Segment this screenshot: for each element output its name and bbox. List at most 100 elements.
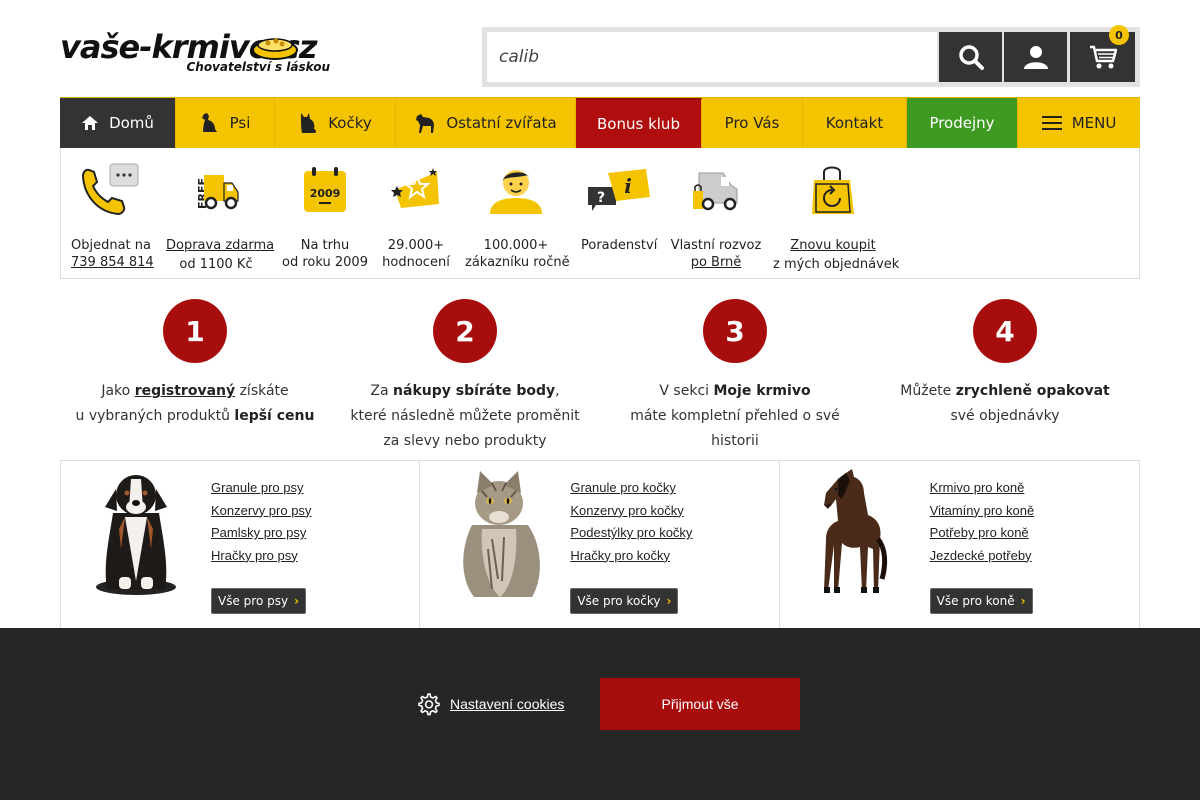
nav-for-you-label: Pro Vás	[724, 114, 780, 132]
logo-bowl-icon	[252, 38, 298, 60]
nav-stores-label: Prodejny	[929, 114, 995, 132]
step-text-part: získáte	[235, 383, 289, 399]
accept-all-cookies-button[interactable]: Přijmout vše	[600, 678, 800, 730]
stars-icon	[391, 168, 439, 208]
category-cards: Granule pro psy Konzervy pro psy Pamlsky…	[60, 460, 1140, 630]
step-text: Můžete zrychleně opakovat své objednávky	[870, 379, 1140, 429]
benefit-since-line2: od roku 2009	[282, 255, 368, 270]
category-card-horses: Krmivo pro koně Vitamíny pro koně Potřeb…	[780, 461, 1139, 629]
nav-dogs[interactable]: Psi	[176, 98, 275, 148]
home-icon	[82, 116, 99, 130]
logo-subtitle: Chovatelství s láskou	[186, 60, 330, 74]
search-input[interactable]	[487, 32, 937, 82]
cookie-consent-bar: Nastavení cookies Přijmout vše	[0, 628, 1200, 800]
step-text-part: Jako	[101, 383, 135, 399]
step-text-bold: Moje krmivo	[713, 383, 811, 399]
cookie-settings-link[interactable]: Nastavení cookies	[416, 692, 564, 716]
category-link[interactable]: Konzervy pro psy	[211, 500, 311, 523]
step-text-bold: nákupy sbíráte body	[393, 383, 556, 399]
category-link[interactable]: Krmivo pro koně	[930, 477, 1035, 500]
category-link[interactable]: Jezdecké potřeby	[930, 545, 1035, 568]
category-link[interactable]: Granule pro psy	[211, 477, 311, 500]
nav-stores[interactable]: Prodejny	[907, 98, 1018, 148]
category-link[interactable]: Pamlsky pro psy	[211, 522, 311, 545]
step-text: Jako registrovaný získáte u vybraných pr…	[60, 379, 330, 429]
category-link[interactable]: Vitamíny pro koně	[930, 500, 1035, 523]
category-link[interactable]: Potřeby pro koně	[930, 522, 1035, 545]
main-nav: Domů Psi Kočky Ostatní zvířata Bonus klu…	[60, 97, 1140, 148]
cart-button[interactable]: 0	[1070, 25, 1135, 82]
nav-bonus-club-label: Bonus klub	[597, 115, 680, 133]
nav-cats[interactable]: Kočky	[275, 98, 396, 148]
step-text-part: Můžete	[900, 383, 956, 399]
benefit-since-line1: Na trhu	[300, 238, 350, 253]
nav-bonus-club[interactable]: Bonus klub	[576, 98, 702, 148]
horse-image[interactable]	[816, 469, 888, 599]
benefit-customers-line2: zákazníku ročně	[465, 255, 570, 270]
dog-icon	[201, 113, 217, 132]
category-links: Granule pro psy Konzervy pro psy Pamlsky…	[211, 477, 311, 567]
step-text: V sekci Moje krmivo máte kompletní přehl…	[600, 379, 870, 454]
all-button-label: Vše pro koně	[936, 594, 1015, 608]
step-text-part: máte kompletní přehled o své	[630, 408, 840, 424]
step-number: 1	[163, 299, 227, 363]
user-account-button[interactable]	[1004, 32, 1067, 82]
benefit-customers: 100.000+ zákazníku ročně	[465, 162, 570, 271]
nav-contact[interactable]: Kontakt	[803, 98, 907, 148]
cat-image[interactable]	[452, 469, 547, 599]
category-card-dogs: Granule pro psy Konzervy pro psy Pamlsky…	[61, 461, 421, 629]
category-link[interactable]: Konzervy pro kočky	[570, 500, 692, 523]
header: vaše-krmivo.cz Chovatelství s láskou cal…	[0, 0, 1200, 96]
category-link[interactable]: Podestýlky pro kočky	[570, 522, 692, 545]
hamburger-icon	[1041, 116, 1062, 130]
step-4: 4 Můžete zrychleně opakovat své objednáv…	[870, 299, 1140, 429]
step-text-part: V sekci	[659, 383, 714, 399]
dog-image[interactable]	[91, 469, 181, 599]
search-button[interactable]	[939, 32, 1002, 82]
gear-icon	[418, 693, 440, 716]
benefit-ratings: 29.000+ hodnocení	[376, 162, 456, 271]
category-link[interactable]: Hračky pro kočky	[570, 545, 692, 568]
cart-icon	[1089, 45, 1117, 69]
step-text-bold: lepší cenu	[234, 408, 315, 424]
free-delivery-icon: FREE	[196, 175, 239, 210]
cat-icon	[301, 113, 317, 133]
nav-other-animals[interactable]: Ostatní zvířata	[396, 98, 576, 148]
nav-other-animals-label: Ostatní zvířata	[446, 114, 557, 132]
all-for-cats-button[interactable]: Vše pro kočky ›	[570, 588, 679, 614]
benefit-reorder-link[interactable]: Znovu koupit	[773, 237, 893, 254]
register-link[interactable]: registrovaný	[135, 383, 235, 399]
nav-home[interactable]: Domů	[60, 98, 176, 148]
benefit-phone: Objednat na 739 854 814	[71, 162, 154, 271]
category-link[interactable]: Granule pro kočky	[570, 477, 692, 500]
step-number: 2	[433, 299, 497, 363]
advice-icon: ? i	[588, 169, 650, 211]
category-link[interactable]: Hračky pro psy	[211, 545, 311, 568]
step-text: Za nákupy sbíráte body, které následně m…	[330, 379, 600, 454]
benefit-customers-line1: 100.000+	[483, 238, 549, 253]
category-card-cats: Granule pro kočky Konzervy pro kočky Pod…	[420, 461, 780, 629]
benefit-own-delivery-link[interactable]: po Brně	[670, 254, 762, 271]
nav-for-you[interactable]: Pro Vás	[702, 98, 803, 148]
benefit-phone-line1: Objednat na	[71, 238, 151, 253]
benefit-advice[interactable]: ? i Poradenství	[581, 162, 657, 254]
step-2: 2 Za nákupy sbíráte body, které následně…	[330, 299, 600, 454]
step-text-part: ,	[555, 383, 560, 399]
step-text-bold: zrychleně opakovat	[955, 383, 1110, 399]
all-for-horses-button[interactable]: Vše pro koně ›	[929, 588, 1033, 614]
benefit-phone-number-link[interactable]: 739 854 814	[71, 254, 154, 271]
reorder-bag-icon	[812, 166, 854, 214]
category-links: Granule pro kočky Konzervy pro kočky Pod…	[570, 477, 692, 567]
svg-text:?: ?	[597, 190, 605, 206]
van-icon	[693, 172, 738, 211]
nav-menu-button[interactable]: MENU	[1018, 98, 1140, 148]
category-links: Krmivo pro koně Vitamíny pro koně Potřeb…	[930, 477, 1035, 567]
all-for-dogs-button[interactable]: Vše pro psy ›	[211, 588, 307, 614]
chevron-right-icon: ›	[666, 594, 672, 608]
nav-home-label: Domů	[109, 114, 154, 132]
benefit-own-delivery-line1: Vlastní rozvoz	[670, 238, 762, 253]
site-logo[interactable]: vaše-krmivo.cz Chovatelství s láskou	[60, 28, 332, 78]
step-text-part: své objednávky	[950, 408, 1060, 424]
benefit-free-delivery-link[interactable]: Doprava zdarma	[166, 237, 274, 254]
step-text-part: za slevy nebo produkty	[383, 433, 547, 449]
